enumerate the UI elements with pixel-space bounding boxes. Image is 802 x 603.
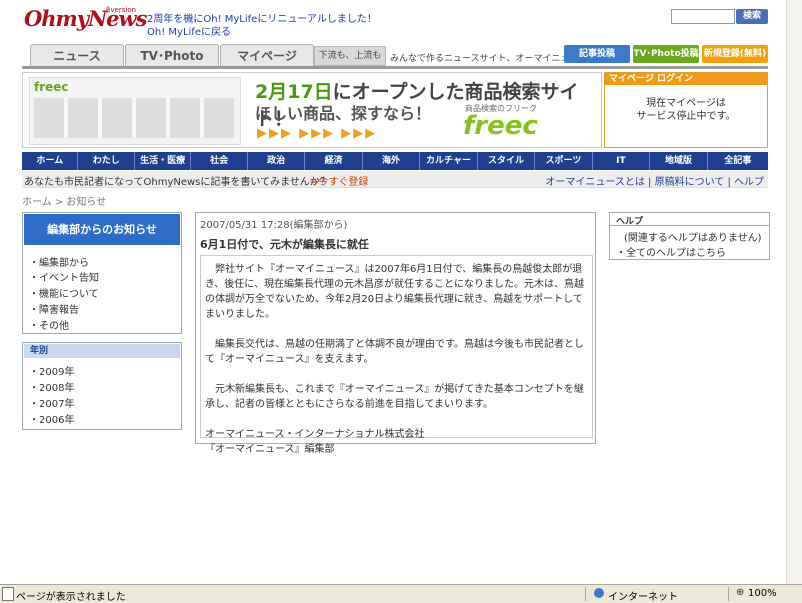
nav-home[interactable]: ホーム (22, 152, 79, 170)
editorial-notices-head: 編集部からのお知らせ (24, 214, 180, 245)
status-text: ページが表示されました (16, 592, 126, 603)
page-icon (2, 587, 14, 601)
mypage-line2: サービス停止中です。 (636, 111, 736, 122)
banner-shot-thumbs (34, 98, 234, 138)
nav-life-medical[interactable]: 生活・医療 (135, 152, 192, 170)
zoom-icon: ⊕ (736, 587, 745, 598)
nav-politics[interactable]: 政治 (248, 152, 306, 170)
help-divider (610, 225, 769, 226)
notice-link-outages[interactable]: ・障害報告 (29, 301, 79, 316)
article-body: 弊社サイト『オーマイニュース』は2007年6月1日付で、編集長の鳥越俊太郎が退き… (205, 264, 584, 455)
freec-banner[interactable]: freec 2月17日にオープンした商品検索サイト！ ほしい商品、探すなら！ ▶… (22, 72, 602, 148)
article-body-frame: 弊社サイト『オーマイニュース』は2007年6月1日付で、編集長の鳥越俊太郎が退き… (200, 255, 593, 455)
breadcrumb[interactable]: ホーム > お知らせ (22, 193, 106, 208)
nav-regional[interactable]: 地域版 (650, 152, 708, 170)
nav-society[interactable]: 社会 (191, 152, 248, 170)
nav-me[interactable]: わたし (78, 152, 135, 170)
no-related-help: (関連するヘルプはありません) (624, 233, 762, 244)
help-box: ヘルプ (関連するヘルプはありません) ・全てのヘルプはこちら (609, 212, 770, 260)
mypage-login-head: マイページ ログイン (605, 73, 767, 85)
tab-underline (22, 66, 768, 69)
yearly-archive-box: 年別 ・2009年 ・2008年 ・2007年 ・2006年 (22, 342, 182, 430)
beta-badge: βversion (106, 6, 137, 14)
about-links[interactable]: オーマイニュースとは | 原稿料について | ヘルプ (545, 173, 764, 188)
nav-all-articles[interactable]: 全記事 (708, 152, 768, 170)
citizen-reporter-bar: あなたも市民記者になってOhmyNewsに記事を書いてみませんか？ ⇒今すぐ登録… (22, 171, 768, 188)
security-zone: インターネット (608, 592, 678, 603)
banner-arrows: ▶▶▶ ▶▶▶ ▶▶▶ (257, 126, 378, 141)
year-link-2009[interactable]: ・2009年 (29, 363, 74, 378)
banner-shot-logo: freec (34, 80, 69, 94)
zoom-level[interactable]: 100% (748, 588, 777, 599)
status-separator (585, 587, 586, 601)
status-separator (728, 587, 729, 601)
mypage-status: 現在マイページは サービス停止中です。 (605, 97, 767, 123)
tab-tv-photo[interactable]: TV･Photo (125, 44, 219, 67)
article-panel: 2007/05/31 17:28(編集部から) 6月1日付で、元木が編集長に就任… (195, 212, 596, 455)
browser-status-bar: ページが表示されました インターネット ⊕ 100% (0, 584, 802, 603)
year-link-2008[interactable]: ・2008年 (29, 379, 74, 394)
year-link-2007[interactable]: ・2007年 (29, 395, 74, 410)
all-help-link[interactable]: ・全てのヘルプはこちら (616, 244, 726, 259)
search-button[interactable]: 検索 (736, 9, 768, 24)
editorial-notices-box: 編集部からのお知らせ ・編集部から ・イベント告知 ・機能について ・障害報告 … (22, 212, 182, 334)
year-link-2006[interactable]: ・2006年 (29, 411, 74, 426)
notice-link-other[interactable]: ・その他 (29, 317, 69, 332)
mypage-login-box: マイページ ログイン 現在マイページは サービス停止中です。 (604, 72, 768, 148)
nav-it[interactable]: IT (593, 152, 651, 170)
freec-logo: freec (463, 111, 538, 141)
article-date: 2007/05/31 17:28(編集部から) (200, 220, 348, 231)
yearly-archive-head: 年別 (24, 344, 180, 358)
post-tv-photo-button[interactable]: TV･Photo投稿 (633, 45, 699, 63)
mypage-line1: 現在マイページは (646, 98, 726, 109)
post-article-button[interactable]: 記事投稿 (564, 45, 630, 63)
register-button[interactable]: 新規登録(無料) (702, 45, 768, 63)
register-now-link[interactable]: ⇒今すぐ登録 (310, 173, 368, 188)
nav-sports[interactable]: スポーツ (535, 152, 593, 170)
citizen-reporter-invite: あなたも市民記者になってOhmyNewsに記事を書いてみませんか？ (24, 177, 330, 188)
banner-subline: ほしい商品、探すなら！ (255, 104, 432, 123)
notice-link-editorial[interactable]: ・編集部から (29, 254, 89, 269)
nav-overseas[interactable]: 海外 (363, 152, 421, 170)
banner-screenshot: freec (29, 77, 241, 145)
notice-link-events[interactable]: ・イベント告知 (29, 269, 99, 284)
site-tagline: みんなで作るニュースサイト、オーマイニュース (390, 54, 587, 64)
tagline-tab: 下流も、上流も (314, 46, 386, 66)
nav-style[interactable]: スタイル (478, 152, 536, 170)
notice-link-features[interactable]: ・機能について (29, 285, 99, 300)
article-title: 6月1日付で、元木が編集長に就任 (200, 238, 369, 251)
vertical-scrollbar[interactable] (786, 0, 802, 584)
back-to-mylife-link[interactable]: Oh! MyLifeに戻る (147, 23, 231, 38)
tab-news[interactable]: ニュース (30, 44, 124, 67)
globe-icon (594, 588, 604, 598)
search-input[interactable] (671, 9, 735, 24)
category-nav: ホーム わたし 生活・医療 社会 政治 経済 海外 カルチャー スタイル スポー… (22, 152, 768, 170)
nav-economy[interactable]: 経済 (305, 152, 363, 170)
nav-culture[interactable]: カルチャー (420, 152, 478, 170)
tab-mypage[interactable]: マイページ (220, 44, 314, 67)
